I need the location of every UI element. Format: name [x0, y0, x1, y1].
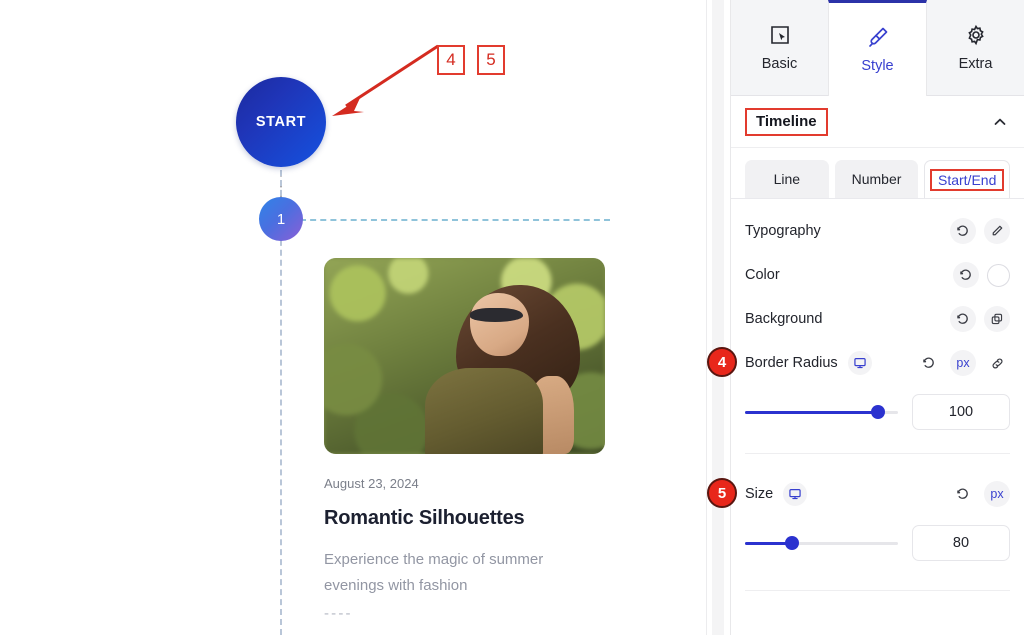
background-layers-button[interactable]	[984, 306, 1010, 332]
panel-tabbar: Basic Style Extra	[731, 0, 1024, 96]
size-device-button[interactable]	[783, 482, 808, 506]
size-unit-button[interactable]: px	[984, 481, 1010, 507]
timeline-node-1-label: 1	[276, 210, 286, 228]
subtab-start-end[interactable]: Start/End	[924, 160, 1011, 198]
gear-icon	[967, 24, 984, 46]
background-reset-button[interactable]	[950, 306, 976, 332]
card-trailing-dashes: - - - -	[324, 605, 350, 622]
photo-subject-body	[425, 367, 544, 454]
typography-edit-button[interactable]	[984, 218, 1010, 244]
tab-extra[interactable]: Extra	[927, 0, 1024, 96]
row-typography-label: Typography	[745, 223, 821, 239]
pencil-edit-icon	[992, 225, 1003, 236]
editor-canvas: START 1 August 23, 2024 Romantic Silhoue…	[0, 0, 706, 635]
row-size: Size px	[745, 472, 1010, 516]
timeline-connector-line	[300, 219, 610, 221]
border-radius-device-button[interactable]	[847, 351, 872, 375]
row-border-radius-label: Border Radius	[745, 355, 838, 371]
color-reset-button[interactable]	[953, 262, 979, 288]
border-radius-link-button[interactable]	[984, 350, 1010, 376]
reset-icon	[957, 488, 968, 499]
chevron-up-icon[interactable]	[992, 114, 1008, 130]
size-value-input[interactable]: 80	[912, 525, 1010, 561]
photo-subject-face	[470, 293, 530, 356]
reset-icon	[960, 269, 971, 280]
timeline-node-1[interactable]: 1	[259, 197, 303, 241]
subtab-start-end-label: Start/End	[929, 168, 1005, 191]
card-title: Romantic Silhouettes	[324, 507, 525, 529]
border-radius-slider[interactable]	[745, 402, 898, 422]
row-size-label: Size	[745, 486, 774, 502]
timeline-start-label: START	[255, 114, 307, 130]
border-radius-unit-button[interactable]: px	[950, 350, 976, 376]
annotation-box-5: 5	[477, 45, 505, 75]
link-chain-icon	[992, 358, 1002, 368]
color-swatch[interactable]	[987, 263, 1010, 287]
size-slider[interactable]	[745, 533, 898, 553]
subtab-number[interactable]: Number	[834, 160, 919, 198]
border-radius-slider-row: 100	[745, 385, 1010, 439]
annotation-arrow-icon	[332, 44, 439, 116]
card-date: August 23, 2024	[324, 476, 419, 491]
timeline-subtabs: Line Number Start/End	[731, 148, 1024, 198]
paintbrush-icon	[868, 27, 887, 47]
row-border-radius: Border Radius px	[745, 341, 1010, 385]
tab-style-label: Style	[861, 58, 894, 74]
slider-fill	[745, 410, 879, 414]
subtab-line-label: Line	[773, 171, 801, 187]
tab-basic[interactable]: Basic	[731, 0, 828, 96]
layers-copy-icon	[991, 313, 1003, 325]
reset-icon	[957, 225, 968, 236]
section-divider-bottom	[745, 590, 1010, 591]
slider-thumb[interactable]	[785, 536, 800, 550]
timeline-section-title-annotation: Timeline	[745, 107, 828, 136]
row-background: Background	[745, 297, 1010, 341]
panel-scrollbar-track[interactable]	[712, 0, 724, 635]
typography-reset-button[interactable]	[950, 218, 976, 244]
cursor-select-icon	[770, 26, 789, 44]
annotation-badge-5: 5	[707, 478, 737, 508]
tab-extra-label: Extra	[958, 56, 993, 72]
card-description: Experience the magic of summer evenings …	[324, 551, 544, 594]
timeline-section-title: Timeline	[756, 112, 817, 130]
reset-icon	[923, 357, 934, 368]
row-color-label: Color	[745, 267, 780, 283]
subtabs-underline	[731, 198, 1024, 199]
app-root: START 1 August 23, 2024 Romantic Silhoue…	[0, 0, 1024, 635]
tab-style[interactable]: Style	[828, 0, 927, 96]
border-radius-reset-button[interactable]	[916, 350, 942, 376]
photo-subject-sunglasses	[470, 307, 524, 322]
size-reset-button[interactable]	[950, 481, 976, 507]
annotation-badge-4: 4	[707, 347, 737, 377]
row-background-label: Background	[745, 311, 823, 327]
desktop-monitor-icon	[789, 489, 801, 500]
subtab-number-label: Number	[851, 171, 902, 187]
section-divider	[745, 453, 1010, 454]
annotation-box-4: 4	[437, 45, 465, 75]
desktop-monitor-icon	[854, 358, 866, 369]
row-color: Color	[745, 253, 1010, 297]
settings-panel: Basic Style Extra Timeline Line Number S…	[730, 0, 1024, 635]
tab-basic-label: Basic	[761, 56, 798, 72]
timeline-card[interactable]: August 23, 2024 Romantic Silhouettes Exp…	[324, 258, 605, 622]
slider-thumb[interactable]	[871, 405, 886, 419]
card-photo	[324, 258, 605, 454]
timeline-section-header[interactable]: Timeline	[731, 96, 1024, 148]
row-typography: Typography	[745, 209, 1010, 253]
timeline-start-node[interactable]: START	[236, 77, 326, 167]
size-slider-row: 80	[745, 516, 1010, 570]
border-radius-value-input[interactable]: 100	[912, 394, 1010, 430]
reset-icon	[957, 313, 968, 324]
style-controls-list: Typography Color Background Border Radiu…	[731, 209, 1024, 591]
subtab-line[interactable]: Line	[745, 160, 829, 198]
